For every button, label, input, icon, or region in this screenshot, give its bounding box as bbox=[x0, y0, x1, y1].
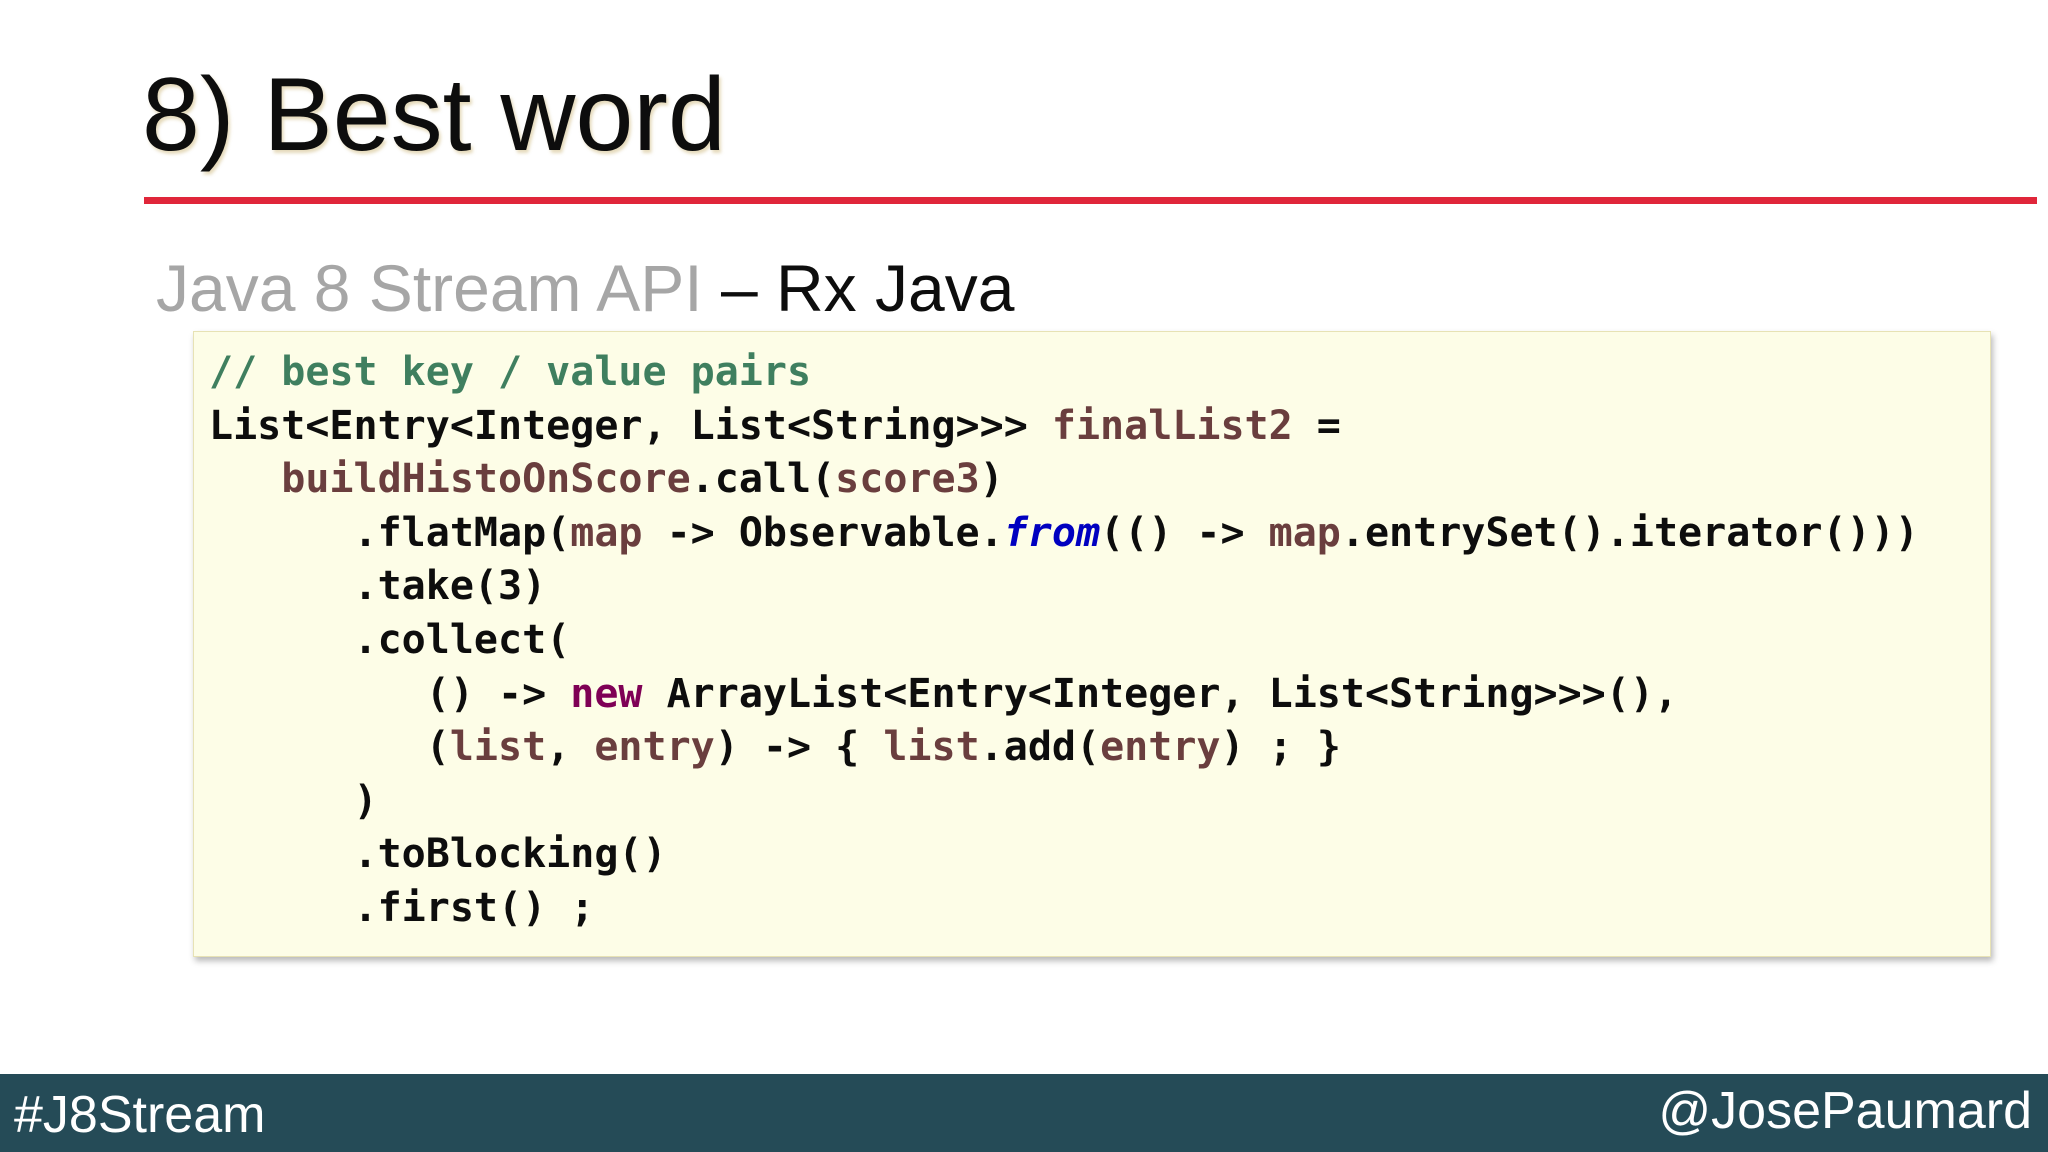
code-line: .flatMap(map -> Observable.from(() -> ma… bbox=[209, 507, 1919, 561]
footer-handle: @JosePaumard bbox=[1658, 1082, 2032, 1140]
code-token: finalList2 bbox=[1051, 402, 1293, 449]
code-token: .first() ; bbox=[209, 884, 595, 931]
code-token: entry bbox=[1100, 724, 1221, 771]
code-line: () -> new ArrayList<Entry<Integer, List<… bbox=[209, 668, 1919, 722]
code-token: list bbox=[449, 724, 547, 771]
code-token: .collect( bbox=[209, 616, 571, 663]
code-token: entry bbox=[594, 724, 715, 771]
code-token: .flatMap( bbox=[209, 509, 571, 556]
code-token: .toBlocking() bbox=[209, 831, 667, 878]
slide-title: 8) Best word bbox=[142, 57, 726, 173]
code-line: ) bbox=[209, 775, 1919, 829]
code-line: .collect( bbox=[209, 614, 1919, 668]
code-listing: // best key / value pairs List<Entry<Inte… bbox=[209, 346, 1919, 936]
code-token: List<Entry<Integer, List<String>>> bbox=[209, 402, 1052, 449]
title-divider bbox=[144, 197, 2037, 204]
code-token: map bbox=[570, 509, 643, 556]
code-block: // best key / value pairs List<Entry<Inte… bbox=[193, 331, 1991, 957]
subtitle-muted-part: Java 8 Stream API bbox=[156, 251, 703, 325]
code-token: = bbox=[1292, 402, 1341, 449]
code-token: .call( bbox=[690, 456, 836, 503]
code-token: .take(3) bbox=[209, 563, 547, 610]
code-token: (() -> bbox=[1100, 509, 1269, 556]
code-token: ( bbox=[209, 724, 450, 771]
code-token: buildHistoOnScore bbox=[281, 456, 691, 503]
footer-bar: #J8Stream @JosePaumard bbox=[0, 1074, 2048, 1152]
code-token: ) bbox=[979, 456, 1004, 503]
code-line: .toBlocking() bbox=[209, 828, 1919, 882]
code-token: ) ; } bbox=[1220, 724, 1341, 771]
code-token: ) -> { bbox=[714, 724, 884, 771]
code-line: (list, entry) -> { list.add(entry) ; } bbox=[209, 721, 1919, 775]
code-token: ) bbox=[209, 777, 378, 824]
code-token: () -> bbox=[209, 670, 571, 717]
code-token: , bbox=[546, 724, 595, 771]
subtitle-highlight-part: – Rx Java bbox=[702, 251, 1015, 325]
code-line: // best key / value pairs bbox=[209, 346, 1919, 400]
code-line: List<Entry<Integer, List<String>>> final… bbox=[209, 400, 1919, 454]
code-token: new bbox=[570, 670, 643, 717]
code-line: .first() ; bbox=[209, 882, 1919, 936]
code-token: score3 bbox=[835, 456, 980, 503]
code-line: buildHistoOnScore.call(score3) bbox=[209, 453, 1919, 507]
code-token: list bbox=[883, 724, 980, 771]
code-token: .add( bbox=[979, 724, 1101, 771]
code-line: .take(3) bbox=[209, 560, 1919, 614]
slide-subtitle: Java 8 Stream API – Rx Java bbox=[156, 248, 1014, 328]
code-token: map bbox=[1268, 509, 1341, 556]
code-token: from bbox=[1003, 509, 1101, 556]
code-token: -> Observable. bbox=[642, 509, 1004, 556]
code-token: .entrySet().iterator())) bbox=[1340, 509, 1919, 556]
code-token: ArrayList<Entry<Integer, List<String>>>(… bbox=[642, 670, 1679, 717]
code-token: // best key / value pairs bbox=[209, 349, 812, 395]
footer-hashtag: #J8Stream bbox=[14, 1086, 266, 1144]
